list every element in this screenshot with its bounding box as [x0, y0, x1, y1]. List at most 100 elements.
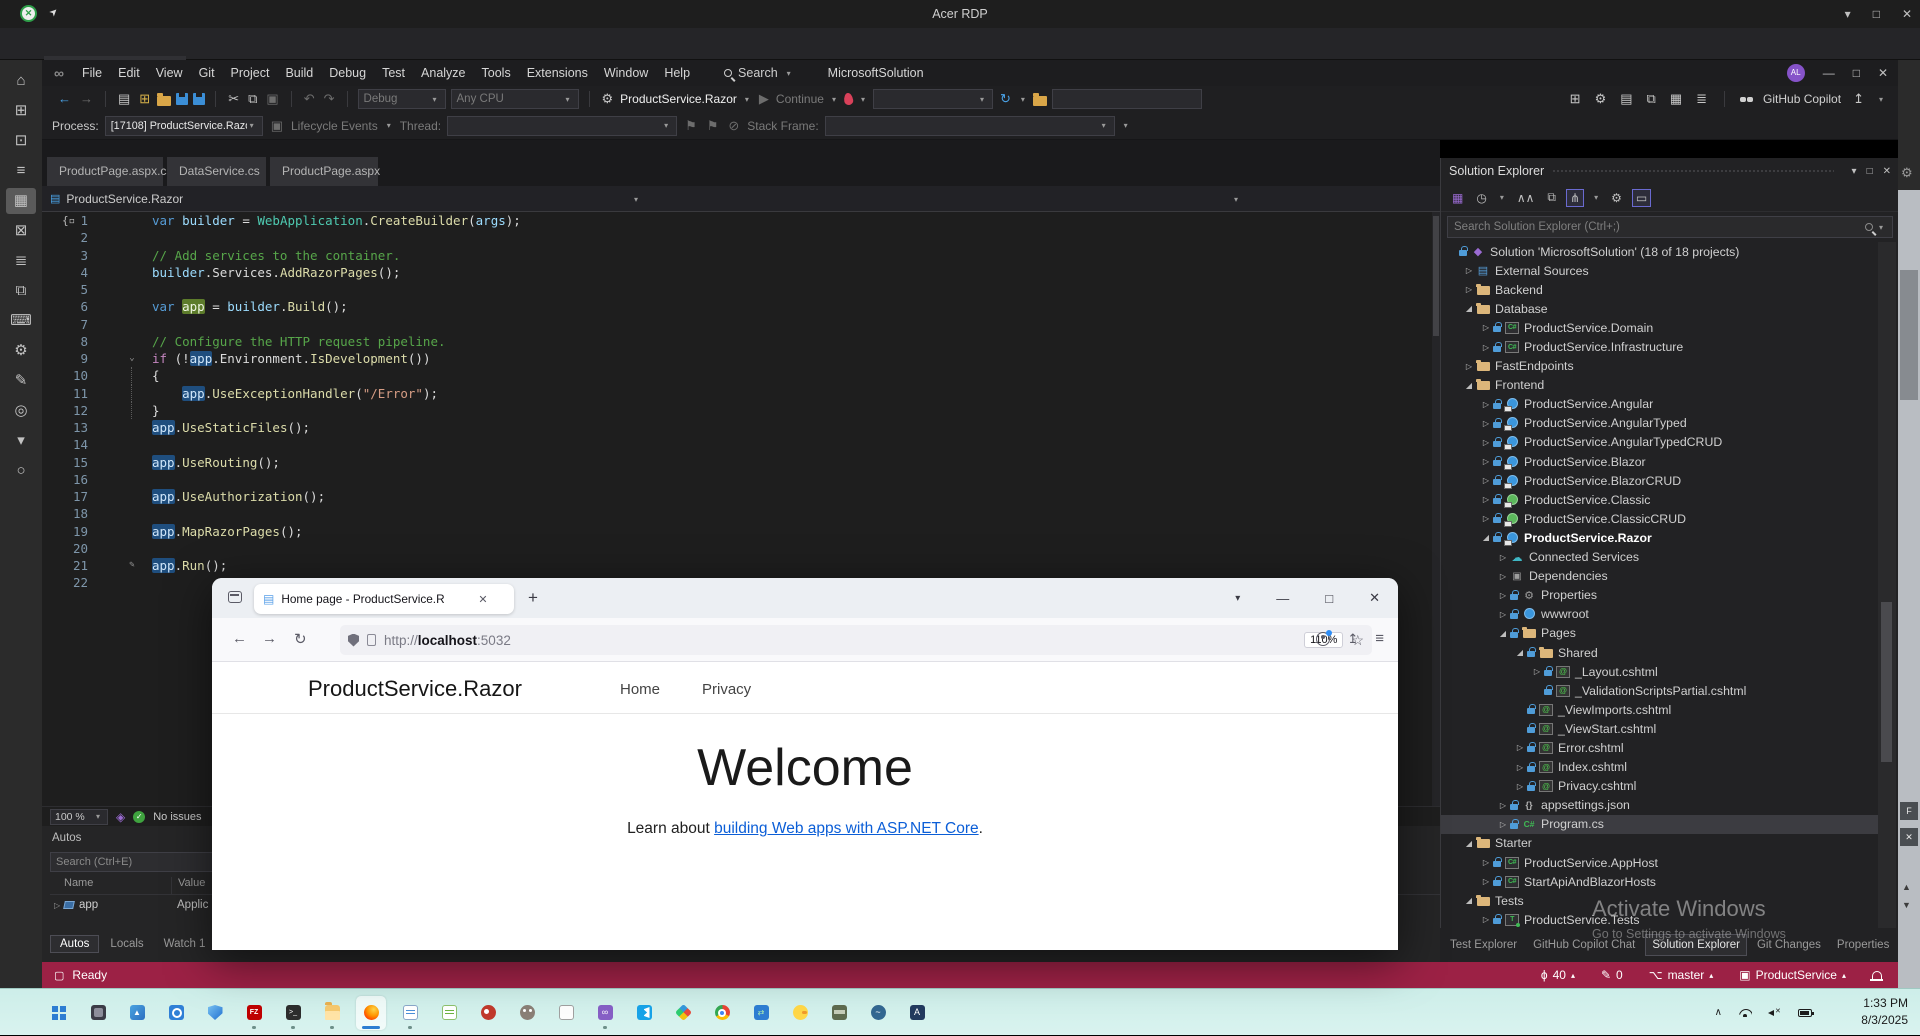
menu-project[interactable]: Project: [223, 60, 278, 86]
process-dropdown[interactable]: [17108] ProductService.Razor.exe▾: [104, 115, 263, 136]
editor-navigation-bar[interactable]: ▤ ProductService.Razor ▾ ▾: [42, 186, 1440, 212]
tree-item--layout-cshtml[interactable]: ▷ @ _Layout.cshtml: [1441, 662, 1879, 681]
flag-icon[interactable]: ⚑: [683, 113, 699, 139]
taskbar-start-button[interactable]: [44, 996, 74, 1030]
rdp-close-icon[interactable]: ✕: [1902, 7, 1912, 21]
tree-item-privacy-cshtml[interactable]: ▷ @ Privacy.cshtml: [1441, 777, 1879, 796]
new-project-icon[interactable]: ▤: [116, 86, 132, 112]
tree-item-productservice-classic[interactable]: ▷ ProductService.Classic: [1441, 490, 1879, 509]
panel-tab-properties[interactable]: Properties: [1831, 935, 1895, 955]
taskbar-chrome[interactable]: [707, 996, 737, 1030]
tree-item-error-cshtml[interactable]: ▷ @ Error.cshtml: [1441, 738, 1879, 757]
pending-edits-button[interactable]: ✎ 0: [1601, 968, 1623, 982]
page-brand-link[interactable]: ProductService.Razor: [308, 676, 522, 702]
taskbar-gimp[interactable]: [512, 996, 542, 1030]
reload-icon[interactable]: ↻: [294, 630, 307, 648]
back-icon[interactable]: ←: [232, 630, 247, 647]
properties-icon[interactable]: ⚙: [1608, 190, 1625, 206]
rdp-maximize-icon[interactable]: □: [1873, 7, 1880, 21]
connection-icon[interactable]: ○: [6, 458, 36, 484]
tree-item-productservice-tests[interactable]: ▷ T ProductService.Tests: [1441, 910, 1879, 929]
strip-fit-button[interactable]: F: [1900, 802, 1918, 820]
doc-tab-productpage.aspx.cs[interactable]: ProductPage.aspx.cs: [47, 157, 172, 186]
cut-icon[interactable]: ✂: [226, 86, 241, 112]
menu-hamburger-icon[interactable]: ≡: [1375, 630, 1384, 647]
flag-outline-icon[interactable]: ⚑: [705, 113, 721, 139]
taskbar-pgadmin[interactable]: A: [902, 996, 932, 1030]
new-item-icon[interactable]: ⊞: [137, 86, 152, 112]
rdp-scrollbar-thumb[interactable]: [1900, 270, 1918, 400]
displays-icon[interactable]: ⧉: [6, 278, 36, 304]
battery-icon[interactable]: [1798, 1008, 1814, 1017]
taskbar-notepad-green[interactable]: [434, 996, 464, 1030]
scroll-down-arrow-icon[interactable]: ▼: [1902, 900, 1911, 910]
strip-settings-gear-icon[interactable]: ⚙: [1901, 165, 1913, 181]
solution-explorer-scrollbar[interactable]: [1878, 242, 1896, 928]
thread-dropdown[interactable]: ▾: [447, 115, 678, 136]
autos-tab-watch-1[interactable]: Watch 1: [155, 936, 215, 952]
tree-item-productservice-domain[interactable]: ▷ C# ProductService.Domain: [1441, 318, 1879, 337]
menu-window[interactable]: Window: [596, 60, 656, 86]
toolbar-search-input[interactable]: [1051, 89, 1202, 109]
rdp-chevron-down-icon[interactable]: ▾: [1845, 7, 1851, 21]
github-copilot-button[interactable]: GitHub Copilot: [1763, 92, 1841, 106]
tree-item-frontend[interactable]: ◢ Frontend: [1441, 376, 1879, 395]
menu-help[interactable]: Help: [656, 60, 698, 86]
menu-debug[interactable]: Debug: [321, 60, 374, 86]
forward-icon[interactable]: →: [262, 630, 277, 647]
scroll-up-arrow-icon[interactable]: ▲: [1902, 882, 1911, 892]
tools-gear-icon[interactable]: ⚙: [1593, 86, 1609, 112]
outgoing-commits-button[interactable]: ϕ 40 ▴: [1541, 968, 1575, 982]
menu-build[interactable]: Build: [277, 60, 321, 86]
tree-item-solution-microsoftsolution-18-of-18-proj[interactable]: ◆ Solution 'MicrosoftSolution' (18 of 18 …: [1441, 242, 1879, 261]
continue-play-icon[interactable]: ▶: [757, 86, 771, 112]
redo-icon[interactable]: ↷: [322, 86, 337, 112]
taskbar-notes-app[interactable]: [551, 996, 581, 1030]
settings-gear-icon[interactable]: ⚙: [6, 338, 36, 364]
vs-restore-icon[interactable]: □: [1853, 66, 1860, 80]
sessions-list-icon[interactable]: ≡: [6, 158, 36, 184]
pending-changes-filter-icon[interactable]: ◷: [1473, 190, 1489, 206]
nested-view-icon[interactable]: ⋔: [1566, 188, 1585, 207]
refresh-icon[interactable]: ↻: [998, 86, 1013, 112]
strip-close-button[interactable]: ✕: [1900, 828, 1918, 846]
fullscreen-icon[interactable]: ⊡: [6, 128, 36, 154]
browser-minimize-icon[interactable]: —: [1276, 591, 1289, 606]
menu-extensions[interactable]: Extensions: [519, 60, 596, 86]
menu-file[interactable]: File: [74, 60, 110, 86]
tree-item-startapiandblazorhosts[interactable]: ▷ C# StartApiAndBlazorHosts: [1441, 872, 1879, 891]
menu-tools[interactable]: Tools: [474, 60, 519, 86]
collapse-all-icon[interactable]: ∧∧: [1514, 190, 1538, 206]
tree-item-productservice-angular[interactable]: ▷ ProductService.Angular: [1441, 395, 1879, 414]
doc-tab-dataservice.cs[interactable]: DataService.cs: [167, 157, 268, 186]
nav-link-privacy[interactable]: Privacy: [702, 681, 751, 698]
panel-drag-grip[interactable]: [1552, 168, 1834, 174]
taskbar-keepass[interactable]: [824, 996, 854, 1030]
new-tab-button[interactable]: +: [528, 588, 538, 608]
tree-item-backend[interactable]: ▷ Backend: [1441, 280, 1879, 299]
taskbar-cyberduck[interactable]: [785, 996, 815, 1030]
wifi-icon[interactable]: [1738, 1008, 1752, 1017]
taskbar-windows-security[interactable]: [200, 996, 230, 1030]
tree-item-shared[interactable]: ◢ Shared: [1441, 643, 1879, 662]
browse-folder-icon[interactable]: [1032, 92, 1047, 106]
tree-item-dependencies[interactable]: ▷ ▣ Dependencies: [1441, 567, 1879, 586]
doc-tab-productpage.aspx[interactable]: ProductPage.aspx: [270, 157, 380, 186]
url-bar[interactable]: http://localhost:5032 110% ☆: [340, 625, 1372, 655]
suppress-icon[interactable]: ⊘: [726, 113, 741, 139]
repo-button[interactable]: ▣ ProductService ▴: [1739, 968, 1846, 982]
live-share-icon[interactable]: ◈: [116, 810, 125, 824]
collapse-icon[interactable]: ▾: [6, 428, 36, 454]
tree-item-productservice-blazorcrud[interactable]: ▷ ProductService.BlazorCRUD: [1441, 471, 1879, 490]
edit-tools-icon[interactable]: ✎: [6, 368, 36, 394]
hot-reload-dropdown[interactable]: ▾: [872, 89, 993, 109]
fit-window-icon[interactable]: ⊠: [6, 218, 36, 244]
autos-tab-locals[interactable]: Locals: [101, 936, 152, 952]
tree-item-productservice-angulartyped[interactable]: ▷ ProductService.AngularTyped: [1441, 414, 1879, 433]
tree-item-index-cshtml[interactable]: ▷ @ Index.cshtml: [1441, 758, 1879, 777]
menu-git[interactable]: Git: [191, 60, 223, 86]
save-icon[interactable]: [176, 93, 189, 105]
menu-test[interactable]: Test: [374, 60, 413, 86]
taskbar-file-explorer[interactable]: [317, 996, 347, 1030]
taskbar-visual-studio[interactable]: ∞: [590, 996, 620, 1030]
